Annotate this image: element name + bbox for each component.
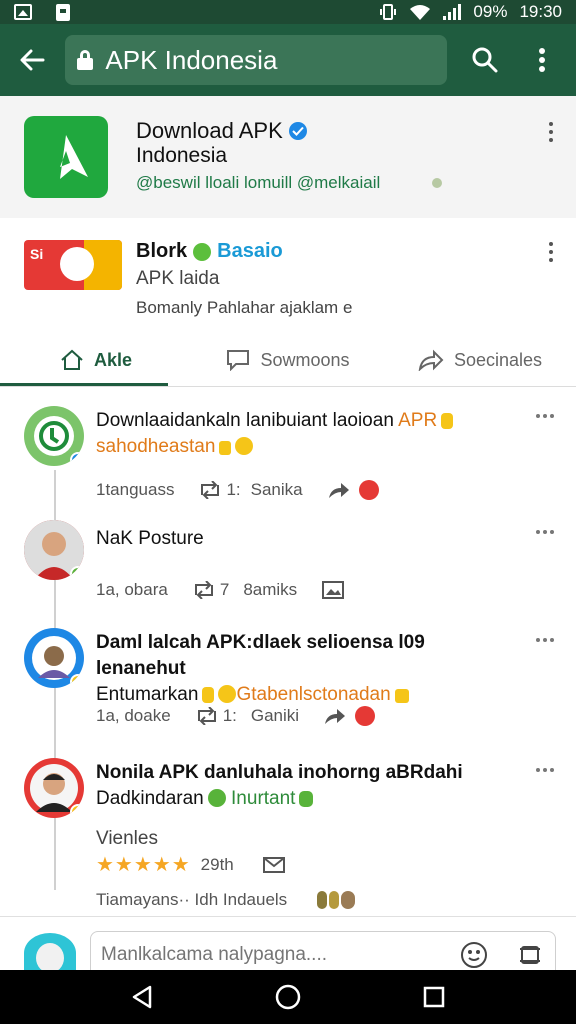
post-meta: 1tanguass xyxy=(96,480,175,499)
attach-icon[interactable] xyxy=(516,941,544,969)
post-footer: Tiamayans·· Idh Indauels xyxy=(96,890,356,910)
card-more-icon[interactable] xyxy=(548,242,554,262)
wifi-icon xyxy=(410,5,431,20)
document-notification-icon xyxy=(56,3,70,21)
status-dot xyxy=(432,178,442,188)
vibrate-icon xyxy=(380,4,397,20)
profile-handle[interactable]: @beswil lloali lomuill @melkaiail xyxy=(136,173,380,193)
post-label: Vienles xyxy=(96,828,158,849)
feed-post[interactable]: Daml lalcah APK:dlaek selioensa l09 lena… xyxy=(0,622,576,748)
tab-label: Akle xyxy=(93,349,133,370)
reaction-icons[interactable] xyxy=(317,891,356,909)
post-more-icon[interactable] xyxy=(536,530,556,536)
verified-badge-icon xyxy=(288,122,307,140)
avatar[interactable] xyxy=(24,520,84,580)
nav-back-icon[interactable] xyxy=(131,985,153,1009)
rating-row: ★★★★★ 29th xyxy=(96,852,286,877)
mail-icon[interactable] xyxy=(262,856,286,874)
profile-name-text: Download APK xyxy=(136,118,283,143)
status-bar: 09% 19:30 xyxy=(0,0,576,24)
avatar[interactable] xyxy=(24,406,84,466)
repost-count: 1: xyxy=(222,706,237,725)
avatar[interactable] xyxy=(24,758,84,818)
star-rating: ★★★★★ xyxy=(96,854,191,876)
post-actions: 1a, doake 1: Ganiki xyxy=(96,706,376,726)
emoji-icon xyxy=(193,242,212,261)
url-bar[interactable]: APK Indonesia xyxy=(65,35,448,85)
post-more-icon[interactable] xyxy=(536,638,556,644)
reaction-icon[interactable] xyxy=(358,480,379,500)
card-thumbnail: Si xyxy=(24,240,122,290)
thumbnail-text: Si xyxy=(30,246,44,262)
gallery-notification-icon xyxy=(14,4,32,20)
share-icon xyxy=(418,349,444,371)
emoji-icon[interactable] xyxy=(460,941,488,969)
post-text: Daml lalcah APK:dlaek selioensa l09 lena… xyxy=(96,632,425,705)
profile-subtitle: Indonesia xyxy=(136,144,228,167)
app-logo xyxy=(24,116,108,198)
avatar[interactable] xyxy=(24,628,84,688)
reaction-icon[interactable] xyxy=(355,706,376,726)
tab-soecinales[interactable]: Soecinales xyxy=(384,334,576,386)
profile-more-icon[interactable] xyxy=(548,122,554,142)
card-subtitle: APK laida xyxy=(136,268,220,289)
post-text: Nonila APK danluhala inohorng aBRdahi Da… xyxy=(96,762,463,809)
comment-icon xyxy=(227,350,250,371)
tab-bar: Akle Sowmoons Soecinales xyxy=(0,334,576,386)
share-icon[interactable] xyxy=(327,480,351,500)
home-icon xyxy=(61,349,83,370)
post-meta: 1a, doake xyxy=(96,706,171,725)
feed-post[interactable]: Nonila APK danluhala inohorng aBRdahi Da… xyxy=(0,752,576,916)
clock: 19:30 xyxy=(519,2,562,21)
lock-icon xyxy=(77,50,94,70)
tab-label: Soecinales xyxy=(453,349,543,370)
app-bar: APK Indonesia xyxy=(0,24,576,96)
system-nav-bar xyxy=(0,970,576,1024)
post-meta: 1a, obara xyxy=(96,580,168,599)
repost-count: 7 xyxy=(219,580,230,599)
card-title: Blork Basaio xyxy=(136,240,283,263)
nav-recents-icon[interactable] xyxy=(423,986,445,1008)
post-footer-text: Tiamayans·· Idh Indauels xyxy=(96,890,288,909)
card-meta: Bomanly Pahlahar ajaklam e xyxy=(136,298,353,317)
composer xyxy=(0,916,576,979)
repost-count: 1: xyxy=(226,480,241,499)
user-avatar[interactable] xyxy=(24,933,76,973)
like-count: Sanika xyxy=(250,480,303,499)
tabs-divider xyxy=(0,386,576,387)
tab-label: Sowmoons xyxy=(260,349,350,370)
feed-post[interactable]: Downlaaidankaln lanibuiant laoioan APR s… xyxy=(0,396,576,512)
card-title-accent[interactable]: Basaio xyxy=(217,240,283,263)
post-more-icon[interactable] xyxy=(536,768,556,774)
search-icon[interactable] xyxy=(465,40,504,80)
post-actions: 1a, obara 7 8amiks xyxy=(96,580,345,600)
feed-post[interactable]: NaK Posture 1a, obara 7 8amiks xyxy=(0,512,576,622)
profile-name: Download APK xyxy=(136,118,307,144)
share-icon[interactable] xyxy=(323,706,347,726)
card-title-text: Blork xyxy=(136,240,188,262)
image-icon[interactable] xyxy=(321,580,345,600)
tab-akle[interactable]: Akle xyxy=(0,334,192,386)
nav-home-icon[interactable] xyxy=(275,984,301,1010)
overflow-menu-icon[interactable] xyxy=(523,40,562,80)
tab-sowmoons[interactable]: Sowmoons xyxy=(192,334,384,386)
battery-level: 09% xyxy=(473,2,508,21)
url-text: APK Indonesia xyxy=(105,44,278,75)
post-actions: 1tanguass 1: Sanika xyxy=(96,480,379,500)
signal-icon xyxy=(443,4,462,20)
repost-icon[interactable] xyxy=(195,707,219,725)
post-text: Downlaaidankaln lanibuiant laoioan APR s… xyxy=(96,408,516,460)
composer-icons xyxy=(460,941,544,969)
back-arrow-icon[interactable] xyxy=(14,42,49,78)
like-count: Ganiki xyxy=(250,706,300,725)
like-count: 8amiks xyxy=(243,580,298,599)
repost-icon[interactable] xyxy=(192,581,216,599)
post-more-icon[interactable] xyxy=(536,414,556,420)
repost-icon[interactable] xyxy=(198,481,222,499)
post-text: NaK Posture xyxy=(96,528,204,549)
rating-count: 29th xyxy=(200,854,234,874)
profile-header: Download APK Indonesia @beswil lloali lo… xyxy=(0,96,576,218)
